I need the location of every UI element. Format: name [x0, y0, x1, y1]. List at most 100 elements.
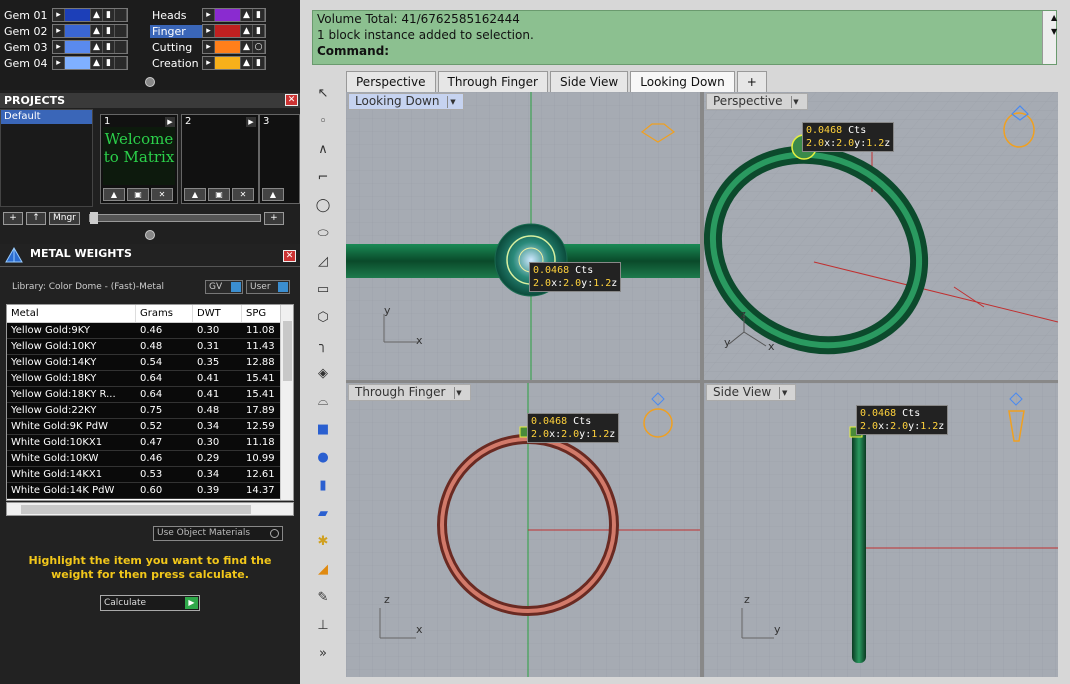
- command-scrollbar[interactable]: ▲ ▼: [1042, 11, 1057, 64]
- layer-color-swatch[interactable]: [215, 57, 241, 69]
- layer-row[interactable]: Heads ▸ ▲ ▮: [150, 7, 266, 23]
- close-icon[interactable]: ✕: [285, 94, 298, 106]
- command-prompt[interactable]: Command:: [313, 43, 1056, 59]
- zoom-in-button[interactable]: +: [263, 211, 284, 225]
- delete-icon[interactable]: ✕: [232, 188, 254, 201]
- upload-icon[interactable]: ▲: [103, 188, 125, 201]
- collapse-handle[interactable]: [145, 77, 155, 87]
- visibility-icon[interactable]: ▮: [103, 9, 115, 21]
- play-icon[interactable]: ▶: [246, 117, 256, 127]
- layer-row[interactable]: Gem 01 ▸ ▲ ▮: [0, 7, 128, 23]
- lock-icon[interactable]: ▲: [91, 57, 103, 69]
- layer-controls[interactable]: ▸ ▲ ▮: [52, 24, 128, 38]
- layer-color-swatch[interactable]: [65, 25, 91, 37]
- calculate-button[interactable]: Calculate ▶: [100, 595, 200, 611]
- visibility-icon[interactable]: ▮: [253, 9, 265, 21]
- visibility-icon[interactable]: ▮: [103, 57, 115, 69]
- analyze-icon[interactable]: ⊥: [312, 615, 334, 637]
- point-icon[interactable]: ◦: [312, 111, 334, 133]
- project-slot[interactable]: 1 ▶ Welcome to Matrix ▲ ▣ ✕: [100, 114, 178, 204]
- table-row[interactable]: White Gold:10KW 0.46 0.29 10.99: [7, 451, 293, 467]
- table-row[interactable]: Yellow Gold:9KY 0.46 0.30 11.08: [7, 323, 293, 339]
- lock-icon[interactable]: ▲: [91, 41, 103, 53]
- save-icon[interactable]: ▣: [208, 188, 230, 201]
- lock-icon[interactable]: ▲: [241, 41, 253, 53]
- viewport-label[interactable]: Side View ▼: [706, 384, 797, 401]
- layer-controls[interactable]: ▸ ▲ ▮: [52, 8, 128, 22]
- slot-thumbnail[interactable]: Welcome to Matrix: [103, 127, 175, 185]
- viewport-label[interactable]: Perspective ▼: [706, 93, 808, 110]
- sphere-icon[interactable]: ●: [312, 447, 334, 469]
- tab-perspective[interactable]: Perspective: [346, 71, 436, 92]
- more-tools-icon[interactable]: »: [312, 643, 334, 665]
- upload-icon[interactable]: ▲: [262, 188, 284, 201]
- table-row[interactable]: White Gold:14K PdW 0.60 0.39 14.37: [7, 483, 293, 499]
- use-object-materials-toggle[interactable]: Use Object Materials: [153, 526, 283, 541]
- gv-toggle[interactable]: GV: [205, 280, 243, 294]
- horizontal-scrollbar[interactable]: [6, 502, 294, 516]
- column-header[interactable]: Grams: [136, 305, 193, 322]
- project-slot[interactable]: 3 ▲: [259, 114, 300, 204]
- visibility-icon[interactable]: ▮: [103, 41, 115, 53]
- upload-icon[interactable]: ▲: [184, 188, 206, 201]
- layer-controls[interactable]: ▸ ▲ ▮: [202, 24, 266, 38]
- lock-icon[interactable]: ▲: [241, 9, 253, 21]
- user-toggle[interactable]: User: [246, 280, 290, 294]
- table-row[interactable]: White Gold:14KX1 0.53 0.34 12.61: [7, 467, 293, 483]
- circle-icon[interactable]: ◯: [312, 195, 334, 217]
- projects-list[interactable]: Default: [0, 109, 93, 207]
- project-slot[interactable]: 2 ▶ ▲ ▣ ✕: [181, 114, 259, 204]
- table-row[interactable]: Yellow Gold:22KY 0.75 0.48 17.89: [7, 403, 293, 419]
- edit-icon[interactable]: ✎: [312, 587, 334, 609]
- manager-button[interactable]: Mngr: [49, 211, 80, 225]
- table-row[interactable]: Yellow Gold:18KY 0.64 0.41 15.41: [7, 371, 293, 387]
- fillet-icon[interactable]: ╮: [312, 335, 334, 357]
- layer-row[interactable]: Creation ▸ ▲ ▮: [150, 55, 266, 71]
- viewport-label[interactable]: Through Finger ▼: [348, 384, 471, 401]
- column-header[interactable]: Metal: [7, 305, 136, 322]
- transform-icon[interactable]: ◈: [312, 363, 334, 385]
- layer-controls[interactable]: ▸ ▲ ▮: [202, 8, 266, 22]
- layer-row[interactable]: Gem 03 ▸ ▲ ▮: [0, 39, 128, 55]
- lock-icon[interactable]: ▲: [241, 57, 253, 69]
- table-row[interactable]: White Gold:9K PdW 0.52 0.34 12.59: [7, 419, 293, 435]
- lock-icon[interactable]: ▲: [91, 25, 103, 37]
- layer-color-swatch[interactable]: [215, 25, 241, 37]
- layer-row[interactable]: Finger ▸ ▲ ▮: [150, 23, 266, 39]
- add-project-button[interactable]: +: [3, 211, 23, 225]
- column-header[interactable]: SPG: [242, 305, 282, 322]
- layer-color-swatch[interactable]: [65, 57, 91, 69]
- lock-icon[interactable]: ▲: [91, 9, 103, 21]
- table-row[interactable]: White Gold:10KX1 0.47 0.30 11.18: [7, 435, 293, 451]
- arc-icon[interactable]: ◿: [312, 251, 334, 273]
- viewport-through-finger[interactable]: Through Finger ▼ z x 0.0468 Cts 2.0x:2.0y:…: [346, 383, 700, 677]
- surface-icon[interactable]: ▰: [312, 503, 334, 525]
- command-window[interactable]: Volume Total: 41/6762585162444 1 block i…: [312, 10, 1057, 65]
- layer-color-swatch[interactable]: [215, 9, 241, 21]
- collapse-handle[interactable]: [145, 230, 155, 240]
- layer-row[interactable]: Cutting ▸ ▲ ○: [150, 39, 266, 55]
- layer-controls[interactable]: ▸ ▲ ○: [202, 40, 266, 54]
- vertical-scrollbar[interactable]: [280, 305, 293, 500]
- rectangle-icon[interactable]: ▭: [312, 279, 334, 301]
- delete-icon[interactable]: ✕: [151, 188, 173, 201]
- loft-icon[interactable]: ⌓: [312, 391, 334, 413]
- cylinder-icon[interactable]: ▮: [312, 475, 334, 497]
- table-row[interactable]: Yellow Gold:14KY 0.54 0.35 12.88: [7, 355, 293, 371]
- up-arrow-button[interactable]: ↑: [26, 211, 46, 225]
- column-header[interactable]: DWT: [193, 305, 242, 322]
- box-icon[interactable]: ■: [312, 419, 334, 441]
- viewport-label[interactable]: Looking Down ▼: [348, 93, 465, 110]
- table-row[interactable]: Yellow Gold:10KY 0.48 0.31 11.43: [7, 339, 293, 355]
- ellipse-icon[interactable]: ⬭: [312, 223, 334, 245]
- tab-through-finger[interactable]: Through Finger: [437, 71, 548, 92]
- layer-color-swatch[interactable]: [65, 41, 91, 53]
- add-tab-button[interactable]: +: [736, 71, 767, 92]
- close-icon[interactable]: ✕: [283, 250, 296, 262]
- thumbnail-slider[interactable]: [88, 212, 261, 224]
- polygon-icon[interactable]: ⬡: [312, 307, 334, 329]
- tab-side-view[interactable]: Side View: [550, 71, 629, 92]
- lock-icon[interactable]: ▲: [241, 25, 253, 37]
- visibility-icon[interactable]: ▮: [253, 57, 265, 69]
- viewport-perspective[interactable]: Perspective ▼ z y x 0.0468 Cts 2.0x:2.0y:1…: [704, 92, 1058, 380]
